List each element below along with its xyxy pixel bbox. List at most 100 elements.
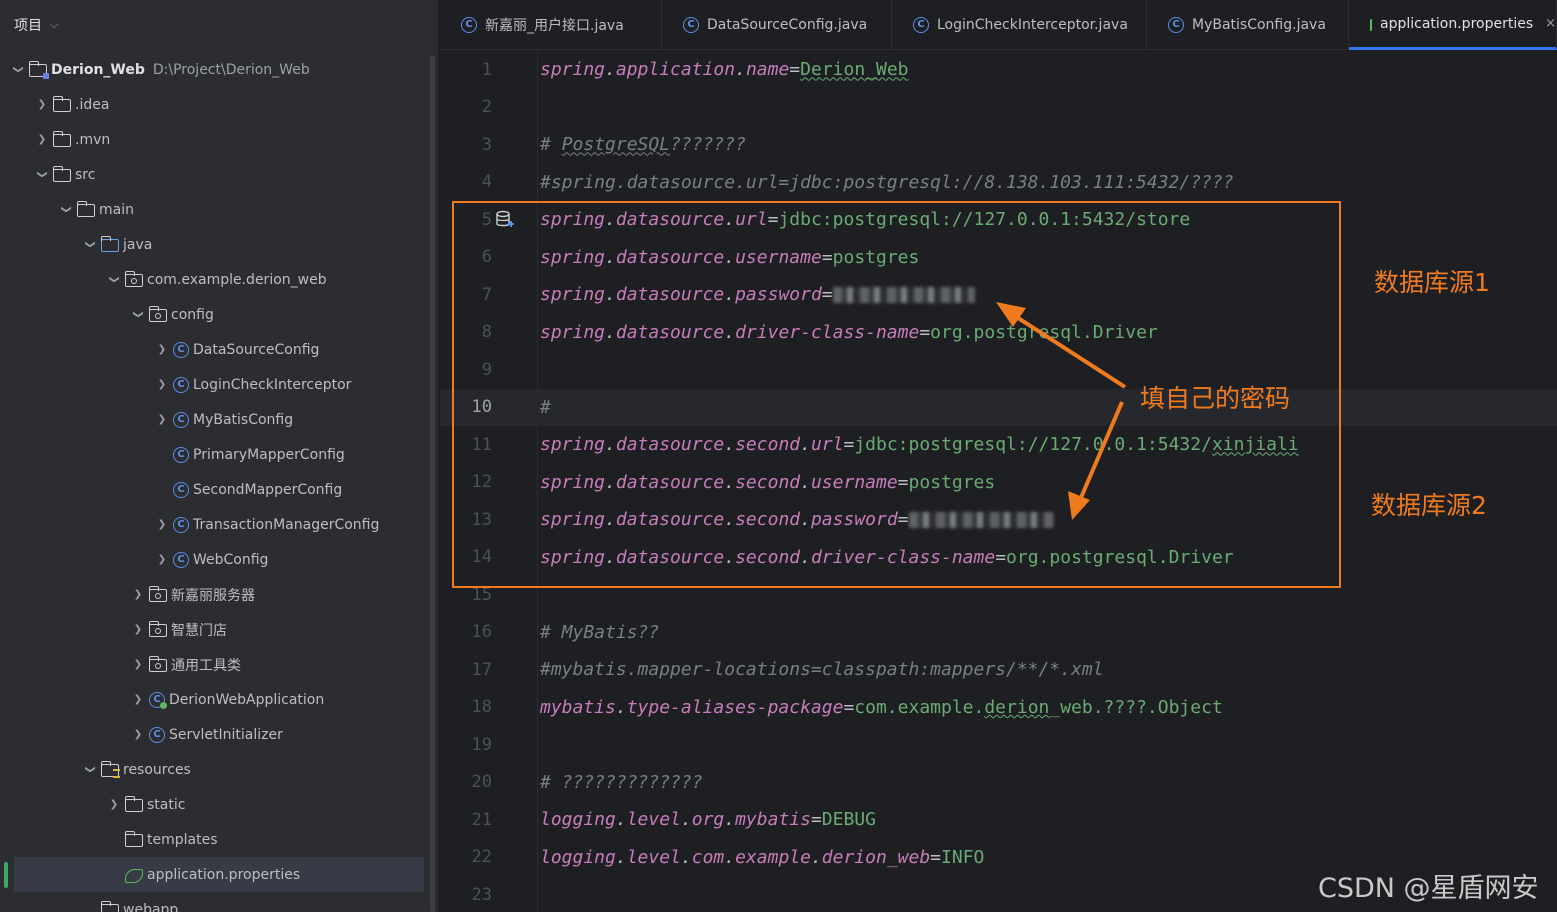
code-line[interactable]: 1 spring.application.name=Derion_Web xyxy=(440,51,1557,89)
code-line[interactable]: 17 #mybatis.mapper-locations=classpath:ma… xyxy=(440,651,1557,689)
tree-item[interactable]: ❯ C DerionWebApplication xyxy=(0,682,430,717)
expand-arrow-icon[interactable]: ❯ xyxy=(133,307,144,323)
folder-icon xyxy=(76,201,95,217)
code-line[interactable]: 4 #spring.datasource.url=jdbc:postgresql:… xyxy=(440,164,1557,202)
code-line[interactable]: 2 xyxy=(440,89,1557,127)
close-icon[interactable]: × xyxy=(1545,16,1556,31)
tree-item[interactable]: ❯ 通用工具类 xyxy=(0,647,430,682)
expand-arrow-icon[interactable]: ❯ xyxy=(109,272,120,288)
expand-arrow-icon[interactable]: ❯ xyxy=(130,624,146,635)
expand-arrow-icon[interactable]: ❯ xyxy=(130,729,146,740)
tree-item-label: .idea xyxy=(75,96,110,113)
tree-item[interactable]: application.properties xyxy=(14,857,424,892)
tree-item[interactable]: ❯ static xyxy=(0,787,430,822)
expand-arrow-icon[interactable]: ❯ xyxy=(61,202,72,218)
tree-item[interactable]: ❯ .idea xyxy=(0,87,430,122)
source-folder-icon xyxy=(100,236,119,252)
folder-icon xyxy=(124,831,143,847)
tree-item-label: 新嘉丽服务器 xyxy=(171,587,255,604)
line-number: 17 xyxy=(471,659,492,680)
property-value: Derion_Web xyxy=(800,59,909,81)
tree-item[interactable]: webapp xyxy=(0,892,430,912)
editor-tab[interactable]: C 新嘉丽_用户接口.java xyxy=(440,0,662,50)
expand-arrow-icon[interactable]: ❯ xyxy=(34,99,50,110)
tree-item-label: .mvn xyxy=(75,131,111,148)
key-segment: spring xyxy=(540,59,606,81)
tree-item[interactable]: C SecondMapperConfig xyxy=(0,472,430,507)
tree-item[interactable]: ❯ Derion_Web D:\Project\Derion_Web xyxy=(0,52,430,87)
expand-arrow-icon[interactable]: ❯ xyxy=(154,344,170,355)
project-panel: 项目 ⌵ ❯ Derion_Web D:\Project\Derion_Web ❯ .i… xyxy=(0,0,438,912)
watermark: CSDN @星盾网安 xyxy=(1318,873,1539,904)
property-key: mybatis.type-aliases-package xyxy=(540,697,843,718)
tree-item[interactable]: ❯ C TransactionManagerConfig xyxy=(0,507,430,542)
property-key: logging.level.com.example.derion_web xyxy=(540,847,930,868)
tree-item[interactable]: ❯ C ServletInitializer xyxy=(0,717,430,752)
expand-arrow-icon[interactable]: ❯ xyxy=(130,694,146,705)
expand-arrow-icon[interactable]: ❯ xyxy=(37,167,48,183)
editor-tab[interactable]: application.properties × xyxy=(1349,0,1557,50)
key-segment: mybatis xyxy=(735,809,811,831)
tree-item[interactable]: ❯ main xyxy=(0,192,430,227)
expand-arrow-icon[interactable]: ❯ xyxy=(85,762,96,778)
code-line[interactable]: 18 mybatis.type-aliases-package=com.examp… xyxy=(440,689,1557,727)
tree-item[interactable]: ❯ 新嘉丽服务器 xyxy=(0,577,430,612)
package-icon xyxy=(148,656,167,672)
comment-text: # MyBatis?? xyxy=(540,621,660,643)
editor-tab[interactable]: C MyBatisConfig.java xyxy=(1147,0,1349,50)
expand-arrow-icon[interactable]: ❯ xyxy=(154,554,170,565)
line-number: 16 xyxy=(471,622,492,643)
tree-item[interactable]: C PrimaryMapperConfig xyxy=(0,437,430,472)
chevron-down-icon[interactable]: ⌵ xyxy=(50,18,58,32)
tree-item[interactable]: ❯ src xyxy=(0,157,430,192)
tree-item[interactable]: ❯ C MyBatisConfig xyxy=(0,402,430,437)
line-number: 21 xyxy=(471,809,492,830)
panel-scrollbar[interactable] xyxy=(430,56,435,912)
expand-arrow-icon[interactable]: ❯ xyxy=(130,589,146,600)
editor-tab[interactable]: C DataSourceConfig.java xyxy=(662,0,892,50)
equals-sign: = xyxy=(930,846,942,868)
selection-marker xyxy=(4,862,8,888)
tree-item[interactable]: ❯ java xyxy=(0,227,430,262)
tree-item[interactable]: ❯ C WebConfig xyxy=(0,542,430,577)
key-dot: . xyxy=(724,809,736,831)
project-panel-header[interactable]: 项目 ⌵ xyxy=(0,0,438,50)
tree-item-label: src xyxy=(75,166,96,183)
expand-arrow-icon[interactable]: ❯ xyxy=(34,134,50,145)
expand-arrow-icon[interactable]: ❯ xyxy=(13,62,24,78)
editor-tab[interactable]: C LoginCheckInterceptor.java xyxy=(892,0,1147,50)
code-line[interactable]: 16 # MyBatis?? xyxy=(440,614,1557,652)
tree-item-label: webapp xyxy=(123,901,179,912)
code-line[interactable]: 3 # PostgreSQL??????? xyxy=(440,126,1557,164)
code-line[interactable]: 21 logging.level.org.mybatis=DEBUG xyxy=(440,801,1557,839)
expand-arrow-icon[interactable]: ❯ xyxy=(154,414,170,425)
property-key: spring.application.name xyxy=(540,59,789,80)
line-number: 22 xyxy=(471,847,492,868)
code-line[interactable]: 19 xyxy=(440,726,1557,764)
tree-item[interactable]: ❯ resources xyxy=(0,752,430,787)
tree-item[interactable]: ❯ .mvn xyxy=(0,122,430,157)
tree-item[interactable]: templates xyxy=(0,822,430,857)
class-icon: C xyxy=(173,551,189,568)
tree-item[interactable]: ❯ C DataSourceConfig xyxy=(0,332,430,367)
expand-arrow-icon[interactable]: ❯ xyxy=(154,379,170,390)
expand-arrow-icon[interactable]: ❯ xyxy=(154,519,170,530)
tree-item[interactable]: ❯ C LoginCheckInterceptor xyxy=(0,367,430,402)
expand-arrow-icon[interactable]: ❯ xyxy=(85,237,96,253)
tree-item-label: com.example.derion_web xyxy=(147,271,327,288)
tree-item-label: WebConfig xyxy=(193,551,269,568)
key-segment: name xyxy=(745,59,790,81)
expand-arrow-icon[interactable]: ❯ xyxy=(106,799,122,810)
tree-item-label: config xyxy=(171,306,214,323)
key-segment: com xyxy=(691,846,725,868)
expand-arrow-icon[interactable]: ❯ xyxy=(130,659,146,670)
tree-item[interactable]: ❯ config xyxy=(0,297,430,332)
annotation-password-hint: 填自己的密码 xyxy=(1140,384,1291,413)
property-key: logging.level.org.mybatis xyxy=(540,809,811,830)
tree-item[interactable]: ❯ 智慧门店 xyxy=(0,612,430,647)
comment-text: #spring.datasource.url=jdbc:postgresql:/… xyxy=(540,171,1234,193)
code-line[interactable]: 20 # ????????????? xyxy=(440,764,1557,802)
tree-item[interactable]: ❯ com.example.derion_web xyxy=(0,262,430,297)
resources-folder-icon xyxy=(100,761,120,778)
tree-item-label: templates xyxy=(147,831,218,848)
